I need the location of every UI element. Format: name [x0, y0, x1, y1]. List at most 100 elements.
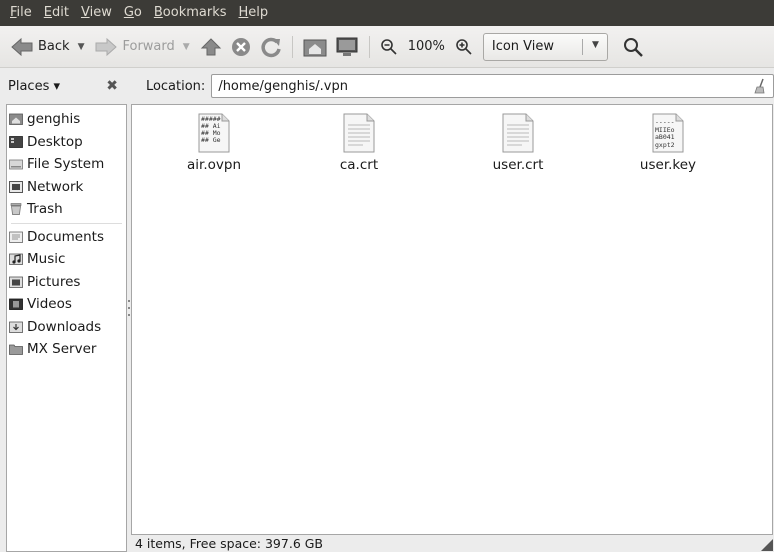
file-preview-line: ## Ge	[201, 136, 221, 144]
back-button[interactable]: Back	[6, 32, 74, 62]
music-folder-icon	[9, 253, 23, 266]
sidebar-item-label: Desktop	[27, 133, 83, 150]
home-folder-icon	[9, 113, 23, 126]
sidebar-item-mx-server[interactable]: MX Server	[7, 338, 126, 361]
zoom-in-button[interactable]	[451, 32, 477, 62]
forward-arrow-icon	[95, 37, 118, 56]
file-item[interactable]: ----- MIIEo aB041 gxpt2 user.key	[620, 113, 716, 173]
clear-broom-icon[interactable]	[753, 78, 767, 94]
stop-button[interactable]	[226, 32, 256, 62]
sidebar-item-home[interactable]: genghis	[7, 108, 126, 131]
status-text: 4 items, Free space: 397.6 GB	[135, 536, 324, 551]
toolbar: Back ▼ Forward ▼ 100% Icon View ▼	[0, 26, 774, 68]
location-input[interactable]: /home/genghis/.vpn	[211, 74, 774, 98]
sidebar-item-label: Pictures	[27, 273, 81, 290]
file-view: ##### ## Ai ## Mo ## Ge air.ovpn ca.crt	[131, 104, 773, 535]
search-icon	[623, 37, 643, 57]
sidebar-item-label: Documents	[27, 228, 104, 245]
text-file-icon: ----- MIIEo aB041 gxpt2	[652, 113, 684, 153]
sidebar-item-documents[interactable]: Documents	[7, 226, 126, 249]
search-button[interactable]	[618, 32, 648, 62]
downloads-folder-icon	[9, 321, 23, 333]
sidebar-item-music[interactable]: Music	[7, 248, 126, 271]
document-icon	[343, 113, 375, 153]
sidebar-item-videos[interactable]: Videos	[7, 293, 126, 316]
view-mode-select[interactable]: Icon View ▼	[482, 32, 608, 61]
forward-label: Forward	[122, 39, 175, 54]
zoom-in-icon	[456, 38, 472, 55]
home-button[interactable]	[299, 32, 331, 62]
zoom-out-button[interactable]	[376, 32, 402, 62]
sidebar-item-label: Downloads	[27, 318, 102, 335]
file-preview-line: gxpt2	[655, 140, 675, 149]
videos-folder-icon	[9, 298, 23, 311]
forward-history-dropdown[interactable]: ▼	[183, 42, 190, 52]
back-history-dropdown[interactable]: ▼	[78, 42, 85, 52]
text-file-icon: ##### ## Ai ## Mo ## Ge	[198, 113, 230, 153]
folder-icon	[9, 344, 23, 356]
places-header: Places ▾ ✖	[0, 78, 128, 94]
menu-edit[interactable]: Edit	[38, 0, 75, 26]
pictures-folder-icon	[9, 276, 23, 288]
documents-folder-icon	[9, 231, 23, 243]
up-button[interactable]	[196, 32, 226, 62]
harddisk-icon	[9, 159, 23, 170]
up-arrow-icon	[200, 37, 221, 55]
file-name: ca.crt	[339, 157, 379, 173]
close-sidebar-icon[interactable]: ✖	[106, 78, 118, 94]
sidebar-item-label: genghis	[27, 111, 81, 128]
menu-go[interactable]: Go	[118, 0, 148, 26]
reload-button[interactable]	[256, 32, 286, 62]
location-path: /home/genghis/.vpn	[218, 78, 348, 94]
resize-grip-icon[interactable]	[761, 539, 773, 551]
file-name: user.crt	[492, 157, 544, 173]
sidebar-item-label: Music	[27, 251, 66, 268]
file-item[interactable]: user.crt	[470, 113, 566, 173]
document-icon	[502, 113, 534, 153]
location-bar: Places ▾ ✖ Location: /home/genghis/.vpn	[0, 70, 774, 102]
back-arrow-icon	[11, 37, 33, 56]
stop-icon	[231, 37, 250, 56]
sidebar-item-label: Trash	[27, 201, 63, 218]
sidebar-item-label: MX Server	[27, 341, 97, 358]
sidebar-divider	[11, 222, 122, 224]
home-folder-icon	[303, 39, 327, 56]
menu-bar: File Edit View Go Bookmarks Help	[0, 0, 774, 26]
places-sidebar: genghis Desktop File System Network Tras…	[6, 104, 127, 552]
menu-bookmarks[interactable]: Bookmarks	[148, 0, 233, 26]
chevron-down-icon: ▼	[591, 39, 599, 50]
forward-button[interactable]: Forward	[90, 32, 178, 62]
back-label: Back	[38, 39, 70, 54]
trash-icon	[10, 203, 22, 216]
zoom-level: 100%	[407, 39, 445, 54]
sidebar-item-downloads[interactable]: Downloads	[7, 316, 126, 339]
file-name: user.key	[639, 157, 697, 173]
file-item[interactable]: ca.crt	[311, 113, 407, 173]
file-name: air.ovpn	[187, 157, 241, 173]
sidebar-item-pictures[interactable]: Pictures	[7, 271, 126, 294]
computer-button[interactable]	[331, 32, 363, 62]
reload-icon	[261, 37, 281, 57]
sidebar-item-label: Videos	[27, 296, 72, 313]
places-dropdown[interactable]: Places ▾	[8, 79, 60, 94]
toolbar-separator	[291, 35, 293, 58]
sidebar-item-label: Network	[27, 178, 84, 195]
location-label: Location:	[145, 78, 206, 94]
toolbar-separator	[368, 35, 370, 58]
file-item[interactable]: ##### ## Ai ## Mo ## Ge air.ovpn	[166, 113, 262, 173]
menu-file[interactable]: File	[4, 0, 38, 26]
sidebar-item-filesystem[interactable]: File System	[7, 153, 126, 176]
status-bar: 4 items, Free space: 397.6 GB	[131, 535, 773, 552]
menu-view[interactable]: View	[75, 0, 118, 26]
computer-icon	[336, 37, 358, 56]
sidebar-item-network[interactable]: Network	[7, 176, 126, 199]
desktop-icon	[9, 135, 23, 148]
sidebar-item-label: File System	[27, 156, 105, 173]
zoom-out-icon	[380, 38, 397, 55]
sidebar-item-trash[interactable]: Trash	[7, 198, 126, 221]
network-icon	[9, 180, 23, 193]
menu-help[interactable]: Help	[233, 0, 275, 26]
view-mode-value: Icon View	[491, 39, 555, 54]
select-divider	[581, 38, 583, 55]
sidebar-item-desktop[interactable]: Desktop	[7, 131, 126, 154]
